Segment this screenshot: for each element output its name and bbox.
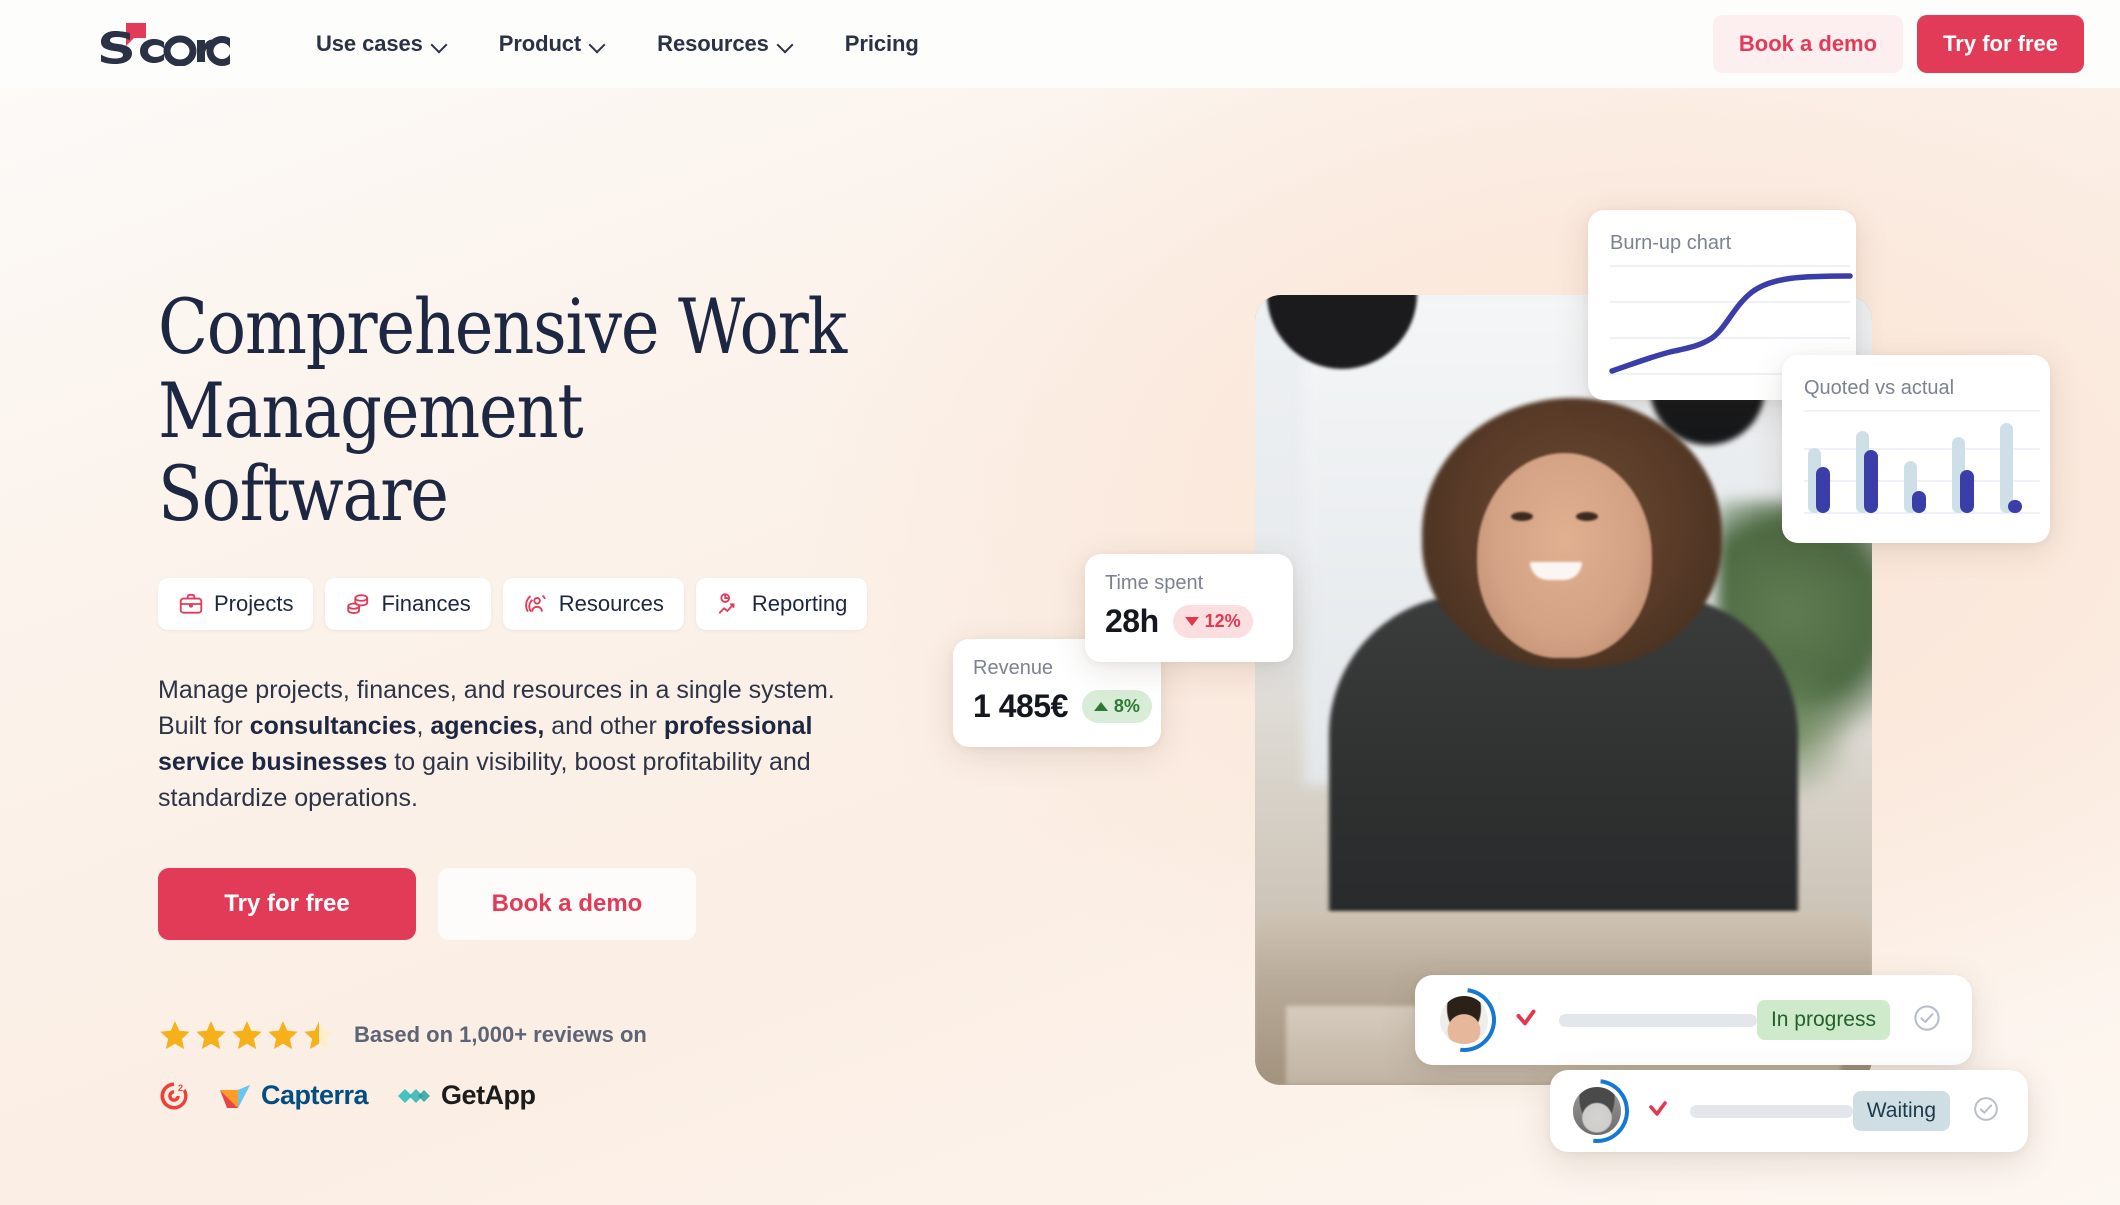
lede-part-3: and other bbox=[544, 711, 664, 740]
star-icon bbox=[160, 1020, 190, 1049]
person-target-icon bbox=[523, 591, 549, 617]
status-badge[interactable]: In progress bbox=[1756, 1000, 1890, 1040]
hero-photo bbox=[1255, 295, 1872, 1085]
main-navigation[interactable]: Use cases Product Resources Pricing bbox=[316, 0, 919, 88]
chart-line-icon bbox=[716, 591, 742, 617]
check-circle-icon[interactable] bbox=[1912, 1003, 1942, 1038]
pill-finances[interactable]: Finances bbox=[325, 577, 491, 630]
g2-logo-item[interactable]: 2 bbox=[158, 1080, 190, 1112]
lede-part-2: , bbox=[416, 711, 431, 740]
lede-bold-2: agencies, bbox=[430, 711, 545, 740]
revenue-value: 1 485€ bbox=[973, 688, 1068, 724]
task-row[interactable]: In progress bbox=[1415, 975, 1972, 1065]
header-actions: Book a demo Try for free bbox=[1712, 0, 2084, 88]
revenue-delta-value: 8% bbox=[1113, 696, 1140, 716]
chevron-down-icon bbox=[589, 37, 605, 53]
check-circle-icon[interactable] bbox=[1972, 1095, 2000, 1128]
nav-label: Product bbox=[498, 31, 582, 56]
getapp-logo-item[interactable]: GetApp bbox=[396, 1080, 536, 1111]
hero-photo-content bbox=[1255, 295, 1872, 1085]
quoted-chart-plot bbox=[1804, 410, 2040, 514]
chevron-down-icon bbox=[777, 37, 793, 53]
nav-item-use-cases[interactable]: Use cases bbox=[316, 31, 447, 57]
scoro-logo[interactable] bbox=[98, 22, 230, 66]
pill-label: Reporting bbox=[751, 590, 848, 616]
star-icon bbox=[232, 1020, 262, 1049]
briefcase-icon bbox=[178, 591, 204, 617]
site-header: Use cases Product Resources Pricing Book… bbox=[0, 0, 2120, 88]
page-title: Comprehensive Work Management Software bbox=[158, 282, 847, 539]
task-row[interactable]: Waiting bbox=[1550, 1066, 2028, 1156]
nav-label: Pricing bbox=[844, 31, 919, 56]
hero-description: Manage projects, finances, and resources… bbox=[158, 672, 888, 816]
pill-resources[interactable]: Resources bbox=[502, 577, 684, 630]
nav-item-pricing[interactable]: Pricing bbox=[845, 31, 919, 57]
star-icon bbox=[196, 1020, 226, 1049]
time-spent-metric: 28h 12% bbox=[1105, 603, 1293, 640]
revenue-metric: 1 485€ 8% bbox=[973, 688, 1161, 725]
getapp-label: GetApp bbox=[441, 1080, 536, 1111]
quoted-chart-title: Quoted vs actual bbox=[1804, 377, 1955, 399]
avatar bbox=[1419, 975, 1509, 1065]
feature-pill-group: Projects Finances Resources Reporting bbox=[158, 577, 998, 630]
chevron-down-icon bbox=[431, 37, 447, 53]
lede-bold-1: consultancies bbox=[249, 711, 417, 740]
avatar bbox=[1552, 1066, 1642, 1156]
pill-projects[interactable]: Projects bbox=[158, 577, 314, 630]
hero-content: Comprehensive Work Management Software P… bbox=[158, 285, 998, 1112]
task-title-placeholder bbox=[1559, 1013, 1757, 1027]
time-spent-delta-badge: 12% bbox=[1172, 605, 1253, 638]
revenue-delta-badge: 8% bbox=[1081, 690, 1152, 723]
triangle-down-icon bbox=[1184, 617, 1199, 626]
nav-label: Use cases bbox=[316, 31, 423, 56]
pill-reporting[interactable]: Reporting bbox=[695, 577, 868, 630]
pill-label: Finances bbox=[381, 590, 471, 616]
hero-book-demo-button[interactable]: Book a demo bbox=[438, 867, 696, 940]
star-half-icon bbox=[304, 1020, 334, 1049]
red-check-icon bbox=[1646, 1097, 1670, 1126]
book-demo-button[interactable]: Book a demo bbox=[1712, 15, 1904, 73]
task-title-placeholder bbox=[1690, 1104, 1853, 1118]
reviews-section: Based on 1,000+ reviews on 2 Capterra Ge… bbox=[158, 1018, 998, 1112]
review-platform-logos: 2 Capterra GetApp bbox=[158, 1080, 998, 1112]
time-spent-title: Time spent bbox=[1105, 572, 1204, 594]
red-check-icon bbox=[1513, 1005, 1539, 1036]
pill-label: Projects bbox=[214, 590, 294, 616]
progress-ring-icon bbox=[1552, 1066, 1642, 1156]
rating-row: Based on 1,000+ reviews on bbox=[158, 1018, 998, 1052]
time-spent-value: 28h bbox=[1105, 603, 1159, 639]
nav-item-product[interactable]: Product bbox=[499, 31, 605, 57]
getapp-logo bbox=[398, 1088, 431, 1103]
progress-ring-icon bbox=[1419, 975, 1509, 1065]
scoro-logo-icon bbox=[101, 23, 230, 66]
time-spent-delta-value: 12% bbox=[1204, 611, 1241, 631]
g2-logo: 2 bbox=[160, 1082, 188, 1110]
coins-icon bbox=[345, 591, 371, 617]
star-rating bbox=[158, 1018, 336, 1052]
capterra-logo bbox=[220, 1084, 250, 1108]
capterra-logo-item[interactable]: Capterra bbox=[218, 1080, 369, 1111]
triangle-up-icon bbox=[1093, 702, 1108, 711]
try-for-free-button[interactable]: Try for free bbox=[1917, 15, 2084, 73]
capterra-label: Capterra bbox=[261, 1080, 369, 1111]
star-icon bbox=[268, 1020, 298, 1049]
hero-visual: Burn-up chart Quoted vs actual Time spen… bbox=[953, 210, 2080, 1180]
time-spent-card: Time spent 28h 12% bbox=[1085, 554, 1293, 662]
nav-label: Resources bbox=[657, 31, 769, 56]
burnup-chart-title: Burn-up chart bbox=[1610, 232, 1732, 254]
reviews-count-text: Based on 1,000+ reviews on bbox=[354, 1021, 647, 1047]
quoted-vs-actual-card: Quoted vs actual bbox=[1782, 355, 2050, 543]
hero-try-for-free-button[interactable]: Try for free bbox=[158, 867, 416, 940]
hero-cta-group: Try for free Book a demo bbox=[158, 867, 998, 940]
nav-item-resources[interactable]: Resources bbox=[657, 31, 793, 57]
status-badge[interactable]: Waiting bbox=[1852, 1091, 1950, 1131]
pill-label: Resources bbox=[558, 590, 664, 616]
svg-text:2: 2 bbox=[178, 1083, 183, 1093]
